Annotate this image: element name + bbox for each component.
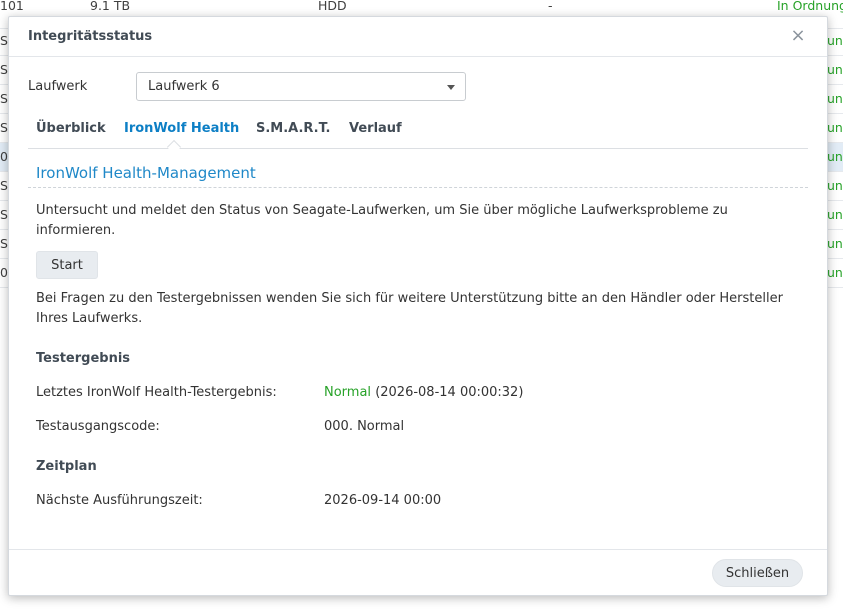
dialog-header: Integritätsstatus × xyxy=(9,17,827,57)
section-divider xyxy=(28,187,808,188)
health-status-dialog: Integritätsstatus × Laufwerk Laufwerk 6 … xyxy=(8,16,828,596)
support-note: Bei Fragen zu den Testergebnissen wenden… xyxy=(36,291,783,326)
drive-label: Laufwerk xyxy=(28,79,88,94)
exit-code-label: Testausgangscode: xyxy=(36,419,160,434)
description-text: Untersucht und meldet den Status von Sea… xyxy=(36,203,728,238)
drive-select-value: Laufwerk 6 xyxy=(148,79,220,94)
close-icon[interactable]: × xyxy=(789,27,807,45)
schedule-heading: Zeitplan xyxy=(36,459,97,474)
active-tab-indicator xyxy=(166,139,182,155)
last-result-time: (2026-08-14 00:00:32) xyxy=(375,385,524,400)
dialog-footer-divider xyxy=(9,549,827,550)
table-cell-status: In Ordnung xyxy=(777,0,843,13)
close-button[interactable]: Schließen xyxy=(712,559,803,587)
test-result-heading: Testergebnis xyxy=(36,351,131,366)
tab-bar: Überblick IronWolf Health S.M.A.R.T. Ver… xyxy=(28,117,808,155)
table-cell-status: un xyxy=(827,236,843,251)
table-cell-status: un xyxy=(827,62,843,77)
table-cell: S xyxy=(0,62,8,77)
table-cell-status: un xyxy=(827,33,843,48)
chevron-down-icon xyxy=(447,85,455,90)
table-cell: HDD xyxy=(318,0,347,13)
table-cell: S xyxy=(0,33,8,48)
table-cell-status: un xyxy=(827,120,843,135)
tab-smart[interactable]: S.M.A.R.T. xyxy=(256,121,330,136)
next-run-value: 2026-09-14 00:00 xyxy=(324,493,442,508)
table-cell: S xyxy=(0,207,8,222)
drive-select[interactable]: Laufwerk 6 xyxy=(136,72,466,101)
dialog-title: Integritätsstatus xyxy=(28,29,153,44)
table-cell-status: un xyxy=(827,207,843,222)
start-button[interactable]: Start xyxy=(36,251,98,279)
last-result-value: Normal (2026-08-14 00:00:32) xyxy=(324,385,523,400)
table-cell-status: un xyxy=(827,178,843,193)
tab-history[interactable]: Verlauf xyxy=(349,121,402,136)
table-cell-status: un xyxy=(827,265,843,280)
tab-overview[interactable]: Überblick xyxy=(36,121,106,136)
table-cell: S xyxy=(0,91,8,106)
table-cell: S xyxy=(0,120,8,135)
next-run-label: Nächste Ausführungszeit: xyxy=(36,493,203,508)
last-result-label: Letztes IronWolf Health-Testergebnis: xyxy=(36,385,277,400)
status-badge: Normal xyxy=(324,385,372,400)
table-cell: S xyxy=(0,236,8,251)
table-cell-status: un xyxy=(827,149,843,164)
table-cell: 101 xyxy=(0,0,24,13)
table-cell: - xyxy=(548,0,553,13)
table-cell: S xyxy=(0,178,8,193)
exit-code-value: 000. Normal xyxy=(324,419,405,434)
tab-ironwolf-health[interactable]: IronWolf Health xyxy=(124,121,239,136)
table-cell: 9.1 TB xyxy=(90,0,131,13)
table-cell-status: un xyxy=(827,91,843,106)
section-title: IronWolf Health-Management xyxy=(36,164,256,182)
